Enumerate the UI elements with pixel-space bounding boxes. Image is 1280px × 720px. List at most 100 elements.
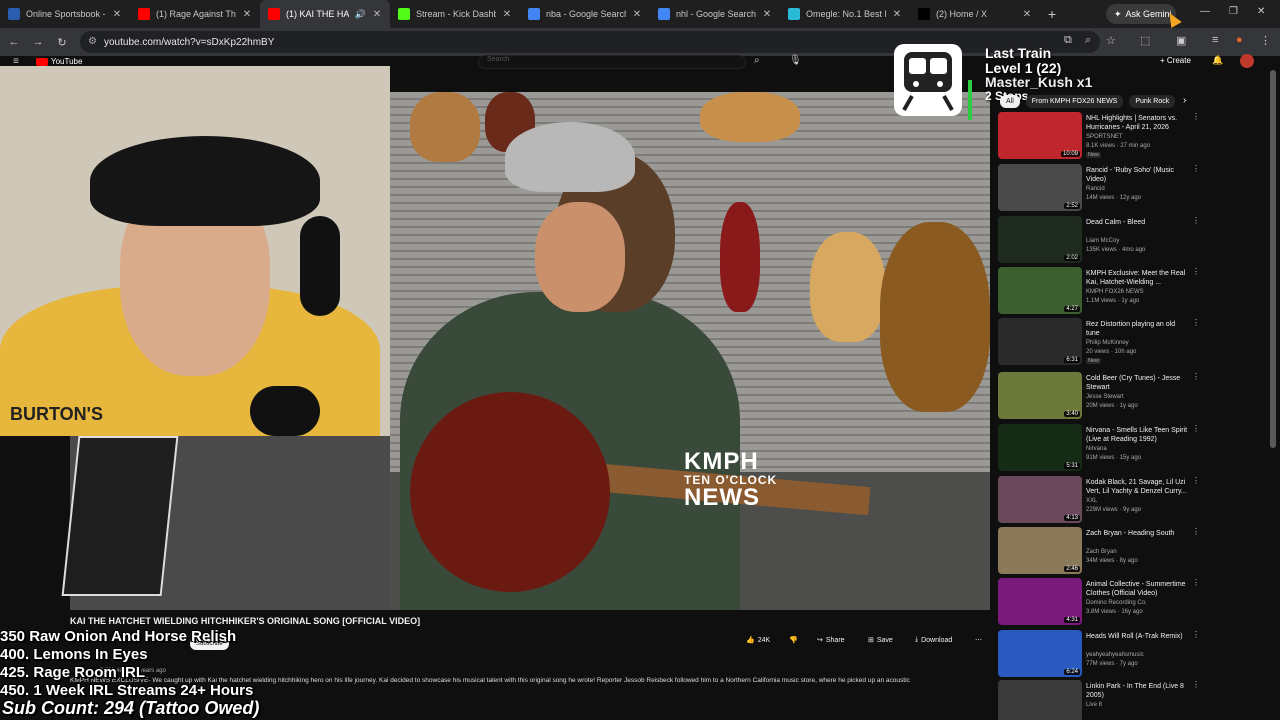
create-button[interactable]: + Create xyxy=(1160,56,1191,65)
channel-name[interactable]: Rancid xyxy=(1086,186,1105,192)
video-thumbnail[interactable]: 4:27 xyxy=(998,267,1082,314)
search-icon[interactable]: ⌕ xyxy=(754,55,760,66)
more-options-icon[interactable]: ⋮ xyxy=(1192,424,1200,433)
recommendation-item[interactable]: 2:46 Zach Bryan - Heading South Zach Bryan… xyxy=(998,527,1208,575)
close-tab-icon[interactable]: ✕ xyxy=(372,9,382,20)
reload-icon[interactable]: ↻ xyxy=(50,36,74,49)
recommendation-item[interactable]: 6:31 Rez Distortion playing an old tune Ph… xyxy=(998,318,1208,366)
site-info-icon[interactable]: ⚙ xyxy=(88,36,97,47)
close-tab-icon[interactable]: ✕ xyxy=(112,9,122,20)
filter-chip[interactable]: Punk Rock xyxy=(1129,95,1176,108)
bookmark-star-icon[interactable]: ☆ xyxy=(1106,34,1116,47)
side-panel-icon[interactable]: ▣ xyxy=(1176,34,1186,47)
download-button[interactable]: ⤓ Download xyxy=(915,636,952,644)
close-window-icon[interactable]: ✕ xyxy=(1257,6,1265,17)
browser-tab[interactable]: Online Sportsbook - Re ✕ xyxy=(0,0,130,28)
channel-name[interactable]: Live 8 xyxy=(1086,702,1102,708)
more-options-icon[interactable]: ⋮ xyxy=(1192,164,1200,173)
more-options-icon[interactable]: ⋮ xyxy=(1192,527,1200,536)
recommendation-item[interactable]: Linkin Park - In The End (Live 8 2005) Li… xyxy=(998,680,1208,720)
kebab-menu-icon[interactable]: ⋮ xyxy=(1260,34,1271,47)
more-options-icon[interactable]: ⋮ xyxy=(1192,578,1200,587)
recommendation-title[interactable]: Cold Beer (Cry Tunes) - Jesse Stewart xyxy=(1086,374,1190,392)
recommendation-title[interactable]: Kodak Black, 21 Savage, Lil Uzi Vert, Li… xyxy=(1086,478,1190,496)
video-thumbnail[interactable]: 2:46 xyxy=(998,527,1082,574)
browser-tab[interactable]: nhl - Google Search ✕ xyxy=(650,0,780,28)
more-options-icon[interactable]: ⋮ xyxy=(1192,476,1200,485)
browser-tab[interactable]: (1) KAI THE HATCH 🔊 ✕ xyxy=(260,0,390,28)
close-tab-icon[interactable]: ✕ xyxy=(1022,9,1032,20)
maximize-icon[interactable]: ❐ xyxy=(1229,6,1238,17)
recommendation-title[interactable]: Dead Calm - Bleed xyxy=(1086,218,1190,227)
youtube-search-input[interactable]: Search xyxy=(478,55,746,69)
channel-name[interactable]: Jesse Stewart xyxy=(1086,394,1124,400)
back-icon[interactable]: ← xyxy=(2,36,26,48)
filter-chip[interactable]: From KMPH FOX26 NEWS xyxy=(1025,95,1124,108)
more-options-icon[interactable]: ⋮ xyxy=(1192,318,1200,327)
recommendation-title[interactable]: NHL Highlights | Senators vs. Hurricanes… xyxy=(1086,114,1190,132)
more-options-icon[interactable]: ⋮ xyxy=(1192,112,1200,121)
channel-name[interactable]: Nirvana xyxy=(1086,446,1107,452)
channel-name[interactable]: SPORTSNET xyxy=(1086,134,1123,140)
channel-name[interactable]: yeahyeahyeahsmusic xyxy=(1086,652,1144,658)
more-options-icon[interactable]: ⋮ xyxy=(1192,267,1200,276)
more-options-icon[interactable]: ⋮ xyxy=(1192,372,1200,381)
recommendation-title[interactable]: Linkin Park - In The End (Live 8 2005) xyxy=(1086,682,1190,700)
video-thumbnail[interactable] xyxy=(998,680,1082,720)
channel-name[interactable]: Liam McCoy xyxy=(1086,238,1119,244)
video-thumbnail[interactable]: 6:31 xyxy=(998,318,1082,365)
recommendation-item[interactable]: 3:40 Cold Beer (Cry Tunes) - Jesse Stewar… xyxy=(998,372,1208,420)
browser-tab[interactable]: Stream - Kick Dashboa ✕ xyxy=(390,0,520,28)
recommendation-item[interactable]: 5:31 Nirvana - Smells Like Teen Spirit (L… xyxy=(998,424,1208,472)
more-options-icon[interactable]: ⋮ xyxy=(1192,216,1200,225)
recommendation-title[interactable]: Nirvana - Smells Like Teen Spirit (Live … xyxy=(1086,426,1190,444)
extensions-icon[interactable]: ⬚ xyxy=(1140,34,1150,47)
dislike-button[interactable]: 👎 xyxy=(789,636,798,644)
video-thumbnail[interactable]: 6:24 xyxy=(998,630,1082,677)
browser-tab[interactable]: Omegle: No.1 Best Ran ✕ xyxy=(780,0,910,28)
channel-name[interactable]: Zach Bryan xyxy=(1086,549,1117,555)
page-scrollbar[interactable] xyxy=(1270,70,1276,448)
more-options-icon[interactable]: ⋮ xyxy=(1192,630,1200,639)
filter-chip[interactable]: All xyxy=(1000,95,1020,108)
close-tab-icon[interactable]: ✕ xyxy=(502,9,512,20)
share-button[interactable]: ↪ Share xyxy=(817,636,845,645)
more-actions-button[interactable]: ⋯ xyxy=(975,636,982,644)
save-button[interactable]: ⊞ Save xyxy=(868,636,893,645)
close-tab-icon[interactable]: ✕ xyxy=(242,9,252,20)
video-player[interactable]: KMPH TEN O'CLOCK NEWS xyxy=(390,92,990,610)
recommendation-title[interactable]: Heads Will Roll (A-Trak Remix) xyxy=(1086,632,1190,641)
new-tab-icon[interactable]: + xyxy=(1040,6,1064,22)
recommendation-title[interactable]: Zach Bryan - Heading South xyxy=(1086,529,1190,538)
video-thumbnail[interactable]: 2:52 xyxy=(998,164,1082,211)
video-thumbnail[interactable]: 4:13 xyxy=(998,476,1082,523)
more-options-icon[interactable]: ⋮ xyxy=(1192,680,1200,689)
minimize-icon[interactable]: — xyxy=(1200,6,1210,17)
browser-tab[interactable]: (1) Rage Against Th ✕ xyxy=(130,0,260,28)
recommendation-item[interactable]: 4:27 KMPH Exclusive: Meet the Real Kai, H… xyxy=(998,267,1208,315)
recommendation-item[interactable]: 4:31 Animal Collective - Summertime Cloth… xyxy=(998,578,1208,626)
channel-name[interactable]: XXL xyxy=(1086,498,1097,504)
audio-playing-icon[interactable]: 🔊 xyxy=(355,9,366,20)
video-thumbnail[interactable]: 3:40 xyxy=(998,372,1082,419)
recommendation-title[interactable]: Rancid - 'Ruby Soho' (Music Video) xyxy=(1086,166,1190,184)
recommendation-item[interactable]: 10:09 NHL Highlights | Senators vs. Hurri… xyxy=(998,112,1208,160)
profile-icon[interactable]: ● xyxy=(1236,34,1243,46)
recommendation-title[interactable]: Rez Distortion playing an old tune xyxy=(1086,320,1190,338)
channel-name[interactable]: Philip McKinney xyxy=(1086,340,1129,346)
like-button[interactable]: 👍 24K xyxy=(746,636,770,645)
menu-lines-icon[interactable]: ≡ xyxy=(1212,34,1218,46)
channel-name[interactable]: Domino Recording Co. xyxy=(1086,600,1147,606)
browser-tab[interactable]: nba - Google Search ✕ xyxy=(520,0,650,28)
recommendation-item[interactable]: 2:02 Dead Calm - Bleed Liam McCoy 135K view… xyxy=(998,216,1208,264)
recommendation-item[interactable]: 6:24 Heads Will Roll (A-Trak Remix) yeahye… xyxy=(998,630,1208,678)
recommendation-item[interactable]: 2:52 Rancid - 'Ruby Soho' (Music Video) Ra… xyxy=(998,164,1208,212)
recommendation-title[interactable]: Animal Collective - Summertime Clothes (… xyxy=(1086,580,1190,598)
recommendation-item[interactable]: 4:13 Kodak Black, 21 Savage, Lil Uzi Vert… xyxy=(998,476,1208,524)
close-tab-icon[interactable]: ✕ xyxy=(892,9,902,20)
video-thumbnail[interactable]: 2:02 xyxy=(998,216,1082,263)
account-avatar[interactable] xyxy=(1240,54,1254,68)
recommendation-title[interactable]: KMPH Exclusive: Meet the Real Kai, Hatch… xyxy=(1086,269,1190,287)
youtube-logo[interactable]: YouTube xyxy=(36,57,82,66)
video-thumbnail[interactable]: 10:09 xyxy=(998,112,1082,159)
